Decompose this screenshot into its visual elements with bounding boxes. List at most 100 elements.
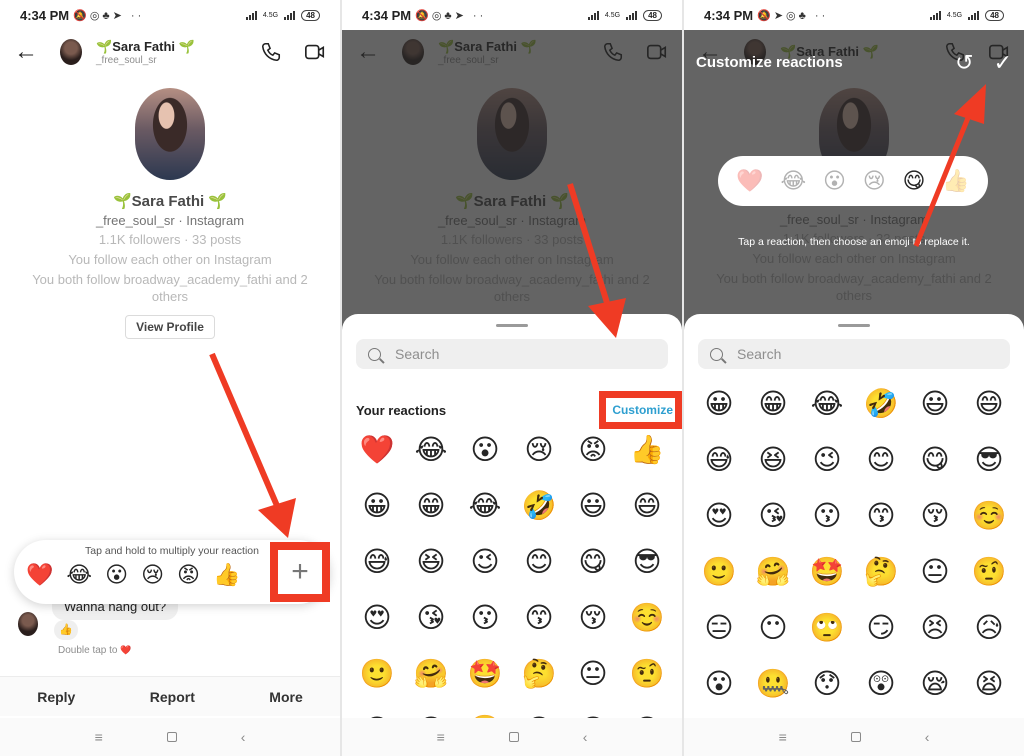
arrow-left-icon[interactable]: ←: [14, 38, 44, 66]
reaction-laugh[interactable]: 😂: [66, 562, 92, 588]
emoji-item[interactable]: 🙂: [692, 555, 746, 589]
emoji-item[interactable]: 🤨: [962, 555, 1016, 589]
emoji-item[interactable]: 😁: [404, 489, 458, 523]
current-reaction-slot[interactable]: 😋: [902, 168, 925, 194]
more-button[interactable]: More: [269, 689, 302, 705]
back-icon[interactable]: ‹: [241, 729, 246, 745]
current-reaction-slot[interactable]: ❤️: [736, 168, 763, 194]
emoji-item[interactable]: 😮: [692, 667, 746, 701]
your-reaction-item[interactable]: 😡: [566, 433, 620, 467]
message-reaction[interactable]: 👍: [54, 620, 78, 640]
your-reaction-item[interactable]: ❤️: [350, 433, 404, 467]
emoji-item[interactable]: 🤗: [404, 657, 458, 691]
emoji-item[interactable]: 😃: [908, 387, 962, 421]
current-reaction-slot[interactable]: 😮: [823, 168, 846, 194]
profile-avatar[interactable]: [135, 88, 205, 180]
emoji-item[interactable]: 😆: [404, 545, 458, 579]
view-profile-button[interactable]: View Profile: [125, 315, 215, 339]
emoji-item[interactable]: 🤗: [746, 555, 800, 589]
emoji-item[interactable]: 😑: [692, 611, 746, 645]
emoji-item[interactable]: 😎: [962, 443, 1016, 477]
emoji-item[interactable]: 😀: [350, 489, 404, 523]
your-reaction-item[interactable]: 😂: [404, 433, 458, 467]
emoji-item[interactable]: 😗: [458, 601, 512, 635]
emoji-item[interactable]: 😐: [566, 657, 620, 691]
emoji-item[interactable]: 😫: [962, 667, 1016, 701]
emoji-item[interactable]: 😐: [908, 555, 962, 589]
emoji-item[interactable]: 😊: [512, 545, 566, 579]
back-icon[interactable]: ‹: [583, 729, 588, 745]
emoji-item[interactable]: 🙂: [350, 657, 404, 691]
your-reaction-item[interactable]: 😢: [512, 433, 566, 467]
reply-button[interactable]: Reply: [37, 689, 75, 705]
add-reaction-button[interactable]: +: [270, 542, 330, 602]
reaction-heart[interactable]: ❤️: [26, 562, 53, 588]
report-button[interactable]: Report: [150, 689, 195, 705]
phone-icon[interactable]: [260, 41, 282, 63]
emoji-item[interactable]: 😙: [512, 601, 566, 635]
emoji-item[interactable]: 😉: [458, 545, 512, 579]
home-icon[interactable]: [166, 732, 177, 742]
emoji-item[interactable]: 🤣: [512, 489, 566, 523]
emoji-item[interactable]: 😥: [962, 611, 1016, 645]
your-reaction-item[interactable]: 😮: [458, 433, 512, 467]
emoji-item[interactable]: 😆: [746, 443, 800, 477]
emoji-search-input[interactable]: Search: [698, 339, 1010, 369]
emoji-item[interactable]: 😘: [746, 499, 800, 533]
emoji-item[interactable]: 😂: [458, 489, 512, 523]
emoji-item[interactable]: 😋: [566, 545, 620, 579]
emoji-item[interactable]: 😎: [620, 545, 674, 579]
emoji-item[interactable]: 😏: [854, 611, 908, 645]
emoji-search-input[interactable]: Search: [356, 339, 668, 369]
emoji-item[interactable]: 😪: [908, 667, 962, 701]
emoji-item[interactable]: 😃: [566, 489, 620, 523]
video-camera-icon[interactable]: [304, 41, 326, 63]
sheet-drag-handle[interactable]: [496, 324, 528, 327]
checkmark-icon[interactable]: ✓: [994, 50, 1012, 76]
reaction-sad[interactable]: 😢: [141, 562, 164, 588]
emoji-item[interactable]: 🤔: [854, 555, 908, 589]
emoji-item[interactable]: 😂: [800, 387, 854, 421]
emoji-item[interactable]: ☺️: [962, 499, 1016, 533]
emoji-item[interactable]: 😄: [962, 387, 1016, 421]
emoji-item[interactable]: 🤣: [854, 387, 908, 421]
reaction-angry[interactable]: 😡: [177, 562, 200, 588]
sheet-drag-handle[interactable]: [838, 324, 870, 327]
emoji-item[interactable]: 😀: [692, 387, 746, 421]
customize-button[interactable]: Customize: [599, 391, 682, 429]
home-icon[interactable]: [508, 732, 519, 742]
emoji-item[interactable]: 🤐: [746, 667, 800, 701]
emoji-item[interactable]: 😅: [350, 545, 404, 579]
emoji-item[interactable]: 😗: [800, 499, 854, 533]
emoji-item[interactable]: 😉: [800, 443, 854, 477]
emoji-item[interactable]: 😁: [746, 387, 800, 421]
emoji-item[interactable]: 😊: [854, 443, 908, 477]
emoji-item[interactable]: 😍: [350, 601, 404, 635]
emoji-item[interactable]: 😘: [404, 601, 458, 635]
undo-icon[interactable]: ↺: [955, 50, 973, 76]
current-reaction-slot[interactable]: 👍: [942, 168, 969, 194]
emoji-item[interactable]: 😚: [908, 499, 962, 533]
emoji-item[interactable]: 🤔: [512, 657, 566, 691]
emoji-item[interactable]: 🤨: [620, 657, 674, 691]
emoji-item[interactable]: 😲: [854, 667, 908, 701]
emoji-item[interactable]: ☺️: [620, 601, 674, 635]
emoji-item[interactable]: 😙: [854, 499, 908, 533]
reaction-wow[interactable]: 😮: [105, 562, 128, 588]
avatar[interactable]: [60, 39, 82, 65]
menu-icon[interactable]: ≡: [95, 729, 103, 745]
emoji-item[interactable]: 😶: [746, 611, 800, 645]
menu-icon[interactable]: ≡: [779, 729, 787, 745]
your-reaction-item[interactable]: 👍: [620, 433, 674, 467]
home-icon[interactable]: [850, 732, 861, 742]
reaction-thumbs-up[interactable]: 👍: [213, 562, 240, 588]
menu-icon[interactable]: ≡: [437, 729, 445, 745]
back-icon[interactable]: ‹: [925, 729, 930, 745]
emoji-item[interactable]: 🙄: [800, 611, 854, 645]
emoji-item[interactable]: 😯: [800, 667, 854, 701]
current-reaction-slot[interactable]: 😢: [863, 168, 886, 194]
emoji-item[interactable]: 😣: [908, 611, 962, 645]
chat-title[interactable]: 🌱Sara Fathi 🌱 _free_soul_sr: [96, 39, 195, 66]
current-reaction-slot[interactable]: 😂: [781, 168, 807, 194]
emoji-item[interactable]: 😅: [692, 443, 746, 477]
